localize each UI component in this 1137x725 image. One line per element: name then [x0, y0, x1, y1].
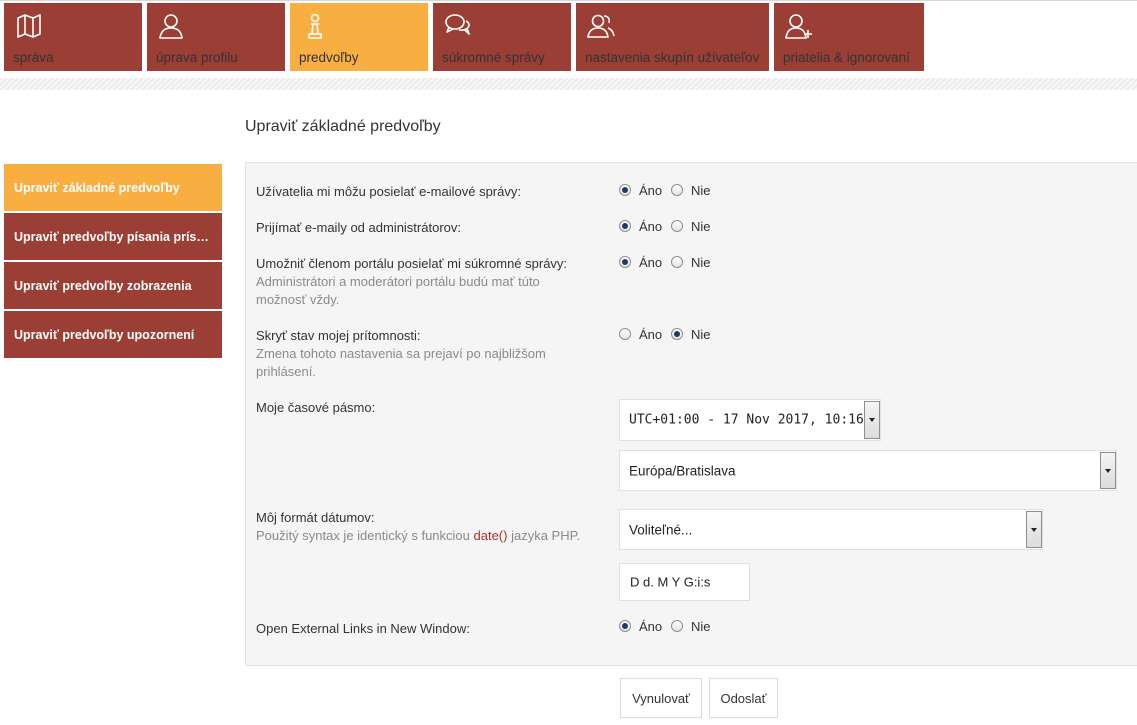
tab-label: nastavenia skupín užívateľov	[585, 50, 760, 65]
email-allow-yes-radio[interactable]	[619, 184, 631, 196]
sidebar-item-upozornenia[interactable]: Upraviť predvoľby upozornení	[4, 311, 222, 358]
hide-online-hint: Zmena tohoto nastavenia sa prejaví po na…	[256, 346, 546, 379]
pm-allow-yes-radio[interactable]	[619, 256, 631, 268]
tab-label: priatelia & ignorovaní	[783, 50, 910, 65]
header-divider	[0, 78, 1137, 90]
hide-online-no-radio[interactable]	[671, 328, 683, 340]
external-links-label: Open External Links in New Window:	[256, 621, 470, 636]
tab-label: predvoľby	[299, 50, 359, 65]
chevron-down-icon[interactable]	[1026, 511, 1042, 548]
dateformat-custom-value: D d. M Y G:i:s	[630, 574, 711, 590]
chevron-down-icon[interactable]	[1100, 452, 1116, 489]
dateformat-hint-suffix: jazyka PHP.	[507, 528, 581, 543]
tab-sukromne-spravy[interactable]: súkromné správy	[433, 3, 571, 71]
pm-allow-label: Umožniť členom portálu posielať mi súkro…	[256, 256, 568, 271]
reset-button[interactable]: Vynulovať	[620, 678, 702, 718]
sidebar-item-pisanie[interactable]: Upraviť predvoľby písania príspe...	[4, 213, 222, 260]
timezone-label: Moje časové pásmo:	[256, 400, 376, 415]
dateformat-label: Môj formát dátumov:	[256, 510, 375, 525]
yes-label: Áno	[639, 619, 663, 634]
tab-label: správa	[13, 50, 54, 65]
dateformat-custom-input[interactable]: D d. M Y G:i:s	[619, 563, 750, 601]
admin-emails-no-radio[interactable]	[671, 220, 683, 232]
users-icon	[587, 14, 615, 38]
sidebar-item-label: Upraviť základné predvoľby	[14, 180, 180, 195]
dateformat-hint: Použitý syntax je identický s funkciou d…	[256, 527, 616, 545]
tab-label: súkromné správy	[442, 50, 545, 65]
sidebar-item-label: Upraviť predvoľby zobrazenia	[14, 278, 192, 293]
map-icon	[17, 14, 41, 38]
yes-label: Áno	[639, 255, 663, 270]
email-allow-no-radio[interactable]	[671, 184, 683, 196]
admin-emails-radio-group: Áno Nie	[619, 219, 739, 236]
sidebar-item-label: Upraviť predvoľby písania príspe...	[14, 229, 212, 244]
tab-priatelia-ignorovani[interactable]: priatelia & ignorovaní	[774, 3, 924, 71]
timezone-offset-select[interactable]: UTC+01:00 - 17 Nov 2017, 10:16	[619, 399, 881, 441]
hide-online-radio-group: Áno Nie	[619, 327, 739, 344]
no-label: Nie	[691, 219, 711, 234]
external-links-radio-group: Áno Nie	[619, 619, 739, 636]
sidebar-item-zobrazenie[interactable]: Upraviť predvoľby zobrazenia	[4, 262, 222, 309]
external-links-no-radio[interactable]	[671, 620, 683, 632]
sidebar-item-zakladne[interactable]: Upraviť základné predvoľby	[4, 164, 222, 211]
user-icon	[159, 14, 183, 39]
no-label: Nie	[691, 619, 711, 634]
chevron-down-icon[interactable]	[864, 401, 880, 439]
hide-online-yes-radio[interactable]	[619, 328, 631, 340]
dateformat-select[interactable]: Voliteľné...	[619, 509, 1043, 550]
pm-allow-no-radio[interactable]	[671, 256, 683, 268]
dateformat-select-value: Voliteľné...	[629, 522, 693, 537]
php-date-link[interactable]: date()	[474, 528, 508, 543]
chess-pawn-icon	[308, 13, 322, 39]
submit-button[interactable]: Odoslať	[709, 678, 778, 718]
email-allow-radio-group: Áno Nie	[619, 183, 739, 200]
tab-label: úprava profilu	[156, 50, 238, 65]
yes-label: Áno	[639, 183, 663, 198]
no-label: Nie	[691, 327, 711, 342]
chat-bubbles-icon	[445, 14, 470, 35]
hide-online-label: Skryť stav mojej prítomnosti:	[256, 328, 421, 343]
page-title: Upraviť základné predvoľby	[245, 118, 441, 135]
tab-sprava[interactable]: správa	[4, 3, 142, 71]
user-add-icon	[785, 14, 812, 39]
yes-label: Áno	[639, 219, 663, 234]
pm-allow-hint: Administrátori a moderátori portálu budú…	[256, 274, 540, 307]
email-allow-label: Užívatelia mi môžu posielať e-mailové sp…	[256, 184, 521, 199]
sidebar-item-label: Upraviť predvoľby upozornení	[14, 327, 195, 342]
external-links-yes-radio[interactable]	[619, 620, 631, 632]
timezone-zone-select[interactable]: Európa/Bratislava	[619, 450, 1117, 491]
tab-uprava-profilu[interactable]: úprava profilu	[147, 3, 285, 71]
top-navigation: správa úprava profilu predvoľby súkromné…	[0, 0, 1137, 80]
yes-label: Áno	[639, 327, 663, 342]
dateformat-hint-prefix: Použitý syntax je identický s funkciou	[256, 528, 474, 543]
timezone-zone-value: Európa/Bratislava	[629, 463, 736, 478]
tab-nastavenia-skupin[interactable]: nastavenia skupín užívateľov	[576, 3, 769, 71]
pm-allow-radio-group: Áno Nie	[619, 255, 739, 272]
timezone-offset-value: UTC+01:00 - 17 Nov 2017, 10:16	[629, 412, 864, 428]
no-label: Nie	[691, 255, 711, 270]
no-label: Nie	[691, 183, 711, 198]
admin-emails-label: Prijímať e-maily od administrátorov:	[256, 220, 461, 235]
admin-emails-yes-radio[interactable]	[619, 220, 631, 232]
tab-predvolby[interactable]: predvoľby	[290, 3, 428, 71]
